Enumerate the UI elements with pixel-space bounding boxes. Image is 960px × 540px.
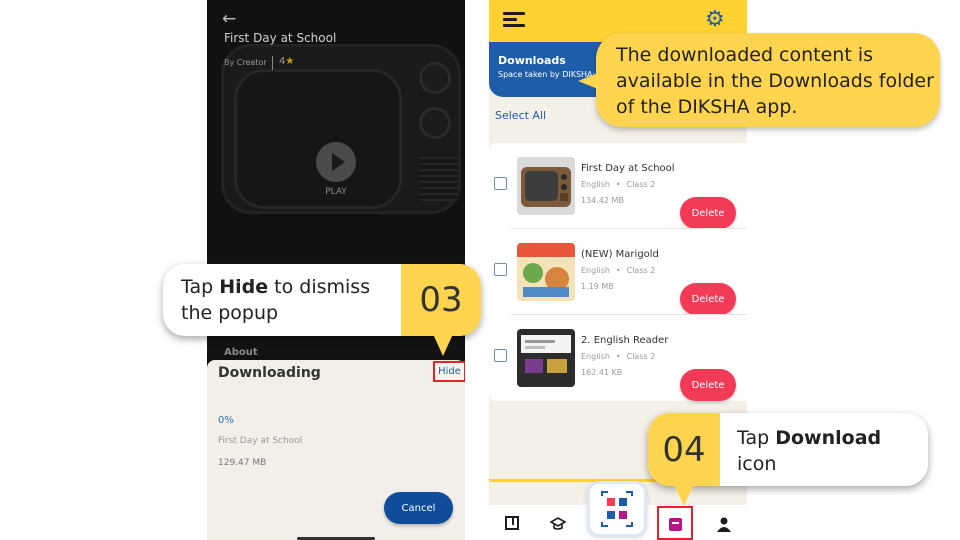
callout-text: The downloaded content is available in t… (616, 44, 934, 118)
item-medium: English (581, 266, 610, 275)
tv-knob (419, 62, 451, 94)
creator-name: Creator (236, 58, 267, 67)
item-checkbox[interactable] (494, 263, 507, 276)
step-number: 04 (648, 413, 720, 486)
back-arrow-icon[interactable]: ← (222, 9, 236, 29)
download-box-icon (669, 518, 682, 531)
gear-icon[interactable]: ⚙ (705, 9, 727, 31)
select-all-link[interactable]: Select All (495, 109, 546, 122)
item-title: (NEW) Marigold (581, 249, 659, 260)
rating: 4★ (279, 56, 294, 67)
callout-bold: Hide (219, 276, 269, 298)
step-04-callout: 04 Tap Download icon (648, 413, 928, 506)
item-medium: English (581, 180, 610, 189)
item-meta: English • Class 2 (581, 266, 656, 275)
sheet-title: Downloading (218, 365, 321, 381)
step-03-callout: Tap Hide to dismiss the popup 03 (163, 264, 481, 356)
qr-scan-button[interactable] (587, 481, 647, 537)
play-button[interactable] (316, 142, 356, 182)
item-thumbnail (517, 329, 575, 387)
item-class: Class 2 (626, 352, 656, 361)
downloads-info-callout: The downloaded content is available in t… (578, 33, 940, 127)
downloads-list: First Day at School English • Class 2 134.… (489, 143, 747, 401)
divider (272, 56, 273, 70)
list-item: 2. English Reader English • Class 2 162.41… (489, 315, 747, 401)
delete-button[interactable]: Delete (680, 369, 736, 401)
item-thumbnail (517, 243, 575, 301)
item-size: 1.19 MB (581, 282, 614, 291)
item-size: 162.41 KB (581, 368, 623, 377)
callout-pointer (433, 334, 453, 356)
downloading-sheet: Downloading Hide 0% First Day at School … (207, 360, 465, 540)
callout-suffix: icon (737, 453, 777, 475)
play-label: PLAY (325, 187, 347, 197)
item-thumbnail (517, 157, 575, 215)
item-medium: English (581, 352, 610, 361)
downloads-tab[interactable] (657, 506, 693, 540)
delete-button[interactable]: Delete (680, 197, 736, 229)
qr-scan-icon (601, 491, 633, 527)
callout-text: Tap Download icon (737, 425, 922, 477)
callout-pointer (674, 484, 694, 506)
item-size: 134.42 MB (581, 196, 624, 205)
person-icon[interactable] (716, 516, 732, 532)
about-heading: About (224, 347, 258, 358)
star-icon: ★ (285, 56, 295, 67)
callout-text: Tap Hide to dismiss the popup (181, 274, 401, 326)
download-content-name: First Day at School (218, 436, 303, 446)
hide-button[interactable]: Hide (433, 361, 465, 382)
item-title: First Day at School (581, 163, 675, 174)
callout-bold: Download (775, 427, 882, 449)
step-number: 03 (401, 264, 481, 336)
download-size: 129.47 MB (218, 458, 267, 468)
tv-knob (419, 107, 451, 139)
callout-pointer (578, 73, 598, 89)
creator-line: By Creator (224, 58, 267, 67)
delete-button[interactable]: Delete (680, 283, 736, 315)
graduation-cap-icon[interactable] (549, 516, 567, 532)
item-meta: English • Class 2 (581, 352, 656, 361)
downloads-heading: Downloads (498, 54, 566, 67)
list-item: First Day at School English • Class 2 134.… (489, 143, 747, 229)
cancel-button[interactable]: Cancel (384, 492, 453, 524)
item-checkbox[interactable] (494, 349, 507, 362)
item-checkbox[interactable] (494, 177, 507, 190)
by-label: By (224, 58, 235, 67)
item-class: Class 2 (626, 266, 656, 275)
content-title: First Day at School (224, 31, 337, 45)
item-class: Class 2 (626, 180, 656, 189)
item-title: 2. English Reader (581, 335, 669, 346)
item-meta: English • Class 2 (581, 180, 656, 189)
download-progress: 0% (218, 415, 234, 426)
book-icon[interactable] (504, 516, 520, 532)
callout-prefix: Tap (737, 427, 776, 449)
tutorial-slide: ← First Day at School By Creator 4★ PLAY… (0, 0, 960, 540)
callout-prefix: Tap (181, 276, 220, 298)
list-item: (NEW) Marigold English • Class 2 1.19 MB D… (489, 229, 747, 315)
hamburger-icon[interactable] (503, 12, 525, 28)
